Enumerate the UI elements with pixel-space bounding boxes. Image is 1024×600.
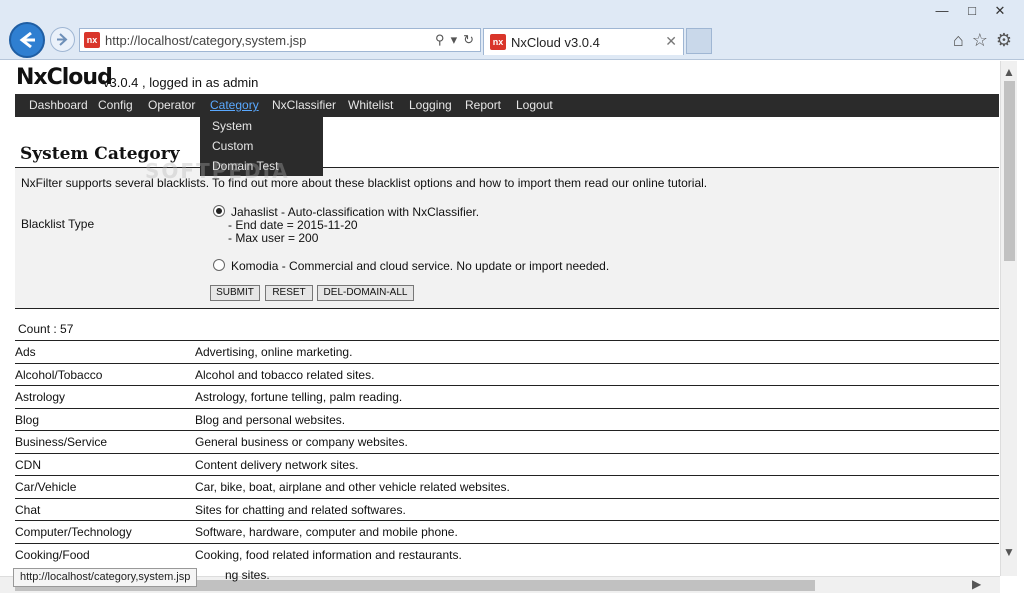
divider: [15, 308, 999, 309]
menu-report[interactable]: Report: [465, 98, 501, 112]
category-table: Ads Advertising, online marketing. Alcoho…: [15, 340, 999, 565]
dropdown-item-system[interactable]: System: [212, 119, 252, 133]
tab-close-icon[interactable]: ✕: [665, 33, 677, 50]
site-favicon-icon: nx: [84, 32, 100, 48]
partial-row-text: ng sites.: [225, 568, 270, 582]
browser-chrome: nx http://localhost/category,system.jsp …: [0, 0, 1024, 60]
category-desc: Software, hardware, computer and mobile …: [195, 525, 458, 539]
category-desc: Blog and personal websites.: [195, 412, 346, 427]
menu-logging[interactable]: Logging: [409, 98, 452, 112]
version-text: v3.0.4 , logged in as admin: [103, 75, 259, 90]
category-desc: Sites for chatting and related softwares…: [195, 502, 406, 517]
address-text: http://localhost/category,system.jsp: [105, 33, 307, 48]
reset-button[interactable]: RESET: [265, 285, 313, 301]
table-row[interactable]: Ads Advertising, online marketing.: [15, 340, 999, 363]
arrow-left-icon: [19, 31, 35, 49]
scroll-right-icon[interactable]: ▶: [972, 577, 981, 591]
del-domain-all-button[interactable]: DEL-DOMAIN-ALL: [317, 285, 414, 301]
dropdown-item-custom[interactable]: Custom: [212, 139, 253, 153]
home-icon[interactable]: ⌂: [953, 30, 964, 50]
category-name: Blog: [15, 412, 40, 427]
new-tab-button[interactable]: [686, 28, 712, 54]
tab-title: NxCloud v3.0.4: [511, 35, 600, 50]
table-row[interactable]: Astrology Astrology, fortune telling, pal…: [15, 385, 999, 408]
option-komodia-label: Komodia - Commercial and cloud service. …: [231, 259, 610, 273]
table-row[interactable]: Computer/Technology Software, hardware, c…: [15, 520, 999, 543]
dropdown-icon[interactable]: ▾: [451, 32, 458, 47]
category-desc: Content delivery network sites.: [195, 457, 359, 472]
category-name: Ads: [15, 345, 36, 359]
table-row[interactable]: Car/Vehicle Car, bike, boat, airplane and…: [15, 475, 999, 498]
brand-logo: NxCloud: [16, 65, 113, 90]
menu-logout[interactable]: Logout: [516, 98, 553, 112]
browser-tab[interactable]: nx NxCloud v3.0.4 ✕: [483, 28, 684, 55]
minimize-button[interactable]: —: [928, 0, 956, 22]
menu-config[interactable]: Config: [98, 98, 133, 112]
category-name: Astrology: [15, 390, 66, 404]
intro-text: NxFilter supports several blacklists. To…: [21, 176, 708, 190]
category-name: Cooking/Food: [15, 547, 90, 562]
category-name: Alcohol/Tobacco: [15, 367, 103, 382]
category-name: CDN: [15, 457, 41, 472]
menu-whitelist[interactable]: Whitelist: [348, 98, 393, 112]
table-row[interactable]: Chat Sites for chatting and related softw…: [15, 497, 999, 521]
table-row[interactable]: Blog Blog and personal websites.: [15, 407, 999, 431]
radio-jahaslist[interactable]: [213, 205, 225, 217]
back-button[interactable]: [9, 22, 45, 58]
category-desc: Advertising, online marketing.: [195, 345, 353, 359]
category-name: Business/Service: [15, 435, 108, 449]
gear-icon[interactable]: ⚙: [996, 30, 1012, 50]
category-name: Car/Vehicle: [15, 480, 77, 494]
watermark: SOFTPEDIA: [145, 159, 290, 183]
category-name: Chat: [15, 502, 41, 517]
count-text: Count : 57: [18, 322, 74, 336]
search-icon[interactable]: ⚲: [435, 32, 445, 47]
main-menu: Dashboard Config Operator Category NxCla…: [15, 94, 999, 117]
category-desc: Cooking, food related information and re…: [195, 547, 462, 562]
menu-operator[interactable]: Operator: [148, 98, 195, 112]
category-name: Computer/Technology: [15, 525, 132, 539]
menu-category[interactable]: Category: [210, 98, 259, 112]
scroll-up-icon[interactable]: ▲: [1003, 65, 1015, 79]
blacklist-form: NxFilter supports several blacklists. To…: [15, 168, 999, 308]
refresh-icon[interactable]: ↻: [463, 32, 474, 47]
maximize-button[interactable]: □: [958, 0, 986, 22]
table-row[interactable]: Alcohol/Tobacco Alcohol and tobacco relat…: [15, 362, 999, 386]
table-row[interactable]: Business/Service General business or comp…: [15, 430, 999, 453]
table-row[interactable]: Cooking/Food Cooking, food related inform…: [15, 542, 999, 566]
tab-favicon-icon: nx: [490, 34, 506, 50]
status-tooltip: http://localhost/category,system.jsp: [13, 568, 198, 587]
submit-button[interactable]: SUBMIT: [210, 285, 260, 301]
address-bar[interactable]: nx http://localhost/category,system.jsp …: [79, 28, 481, 52]
forward-button[interactable]: [50, 27, 75, 52]
category-desc: Car, bike, boat, airplane and other vehi…: [195, 480, 510, 494]
star-icon[interactable]: ☆: [972, 30, 988, 50]
vertical-scrollbar[interactable]: ▲ ▼: [1000, 61, 1017, 576]
page-content: NxCloud v3.0.4 , logged in as admin Dash…: [0, 61, 1000, 576]
scroll-down-icon[interactable]: ▼: [1003, 545, 1015, 559]
blacklist-type-label: Blacklist Type: [21, 217, 95, 231]
table-row[interactable]: CDN Content delivery network sites.: [15, 452, 999, 476]
arrow-right-icon: [57, 33, 68, 46]
close-window-button[interactable]: ✕: [986, 0, 1014, 22]
radio-komodia[interactable]: [213, 259, 225, 271]
menu-dashboard[interactable]: Dashboard: [29, 98, 88, 112]
category-desc: Astrology, fortune telling, palm reading…: [195, 390, 403, 404]
category-desc: General business or company websites.: [195, 435, 408, 449]
scroll-thumb[interactable]: [1004, 81, 1015, 261]
option-max-user: - Max user = 200: [228, 231, 319, 245]
category-desc: Alcohol and tobacco related sites.: [195, 367, 375, 382]
menu-nxclassifier[interactable]: NxClassifier: [272, 98, 336, 112]
